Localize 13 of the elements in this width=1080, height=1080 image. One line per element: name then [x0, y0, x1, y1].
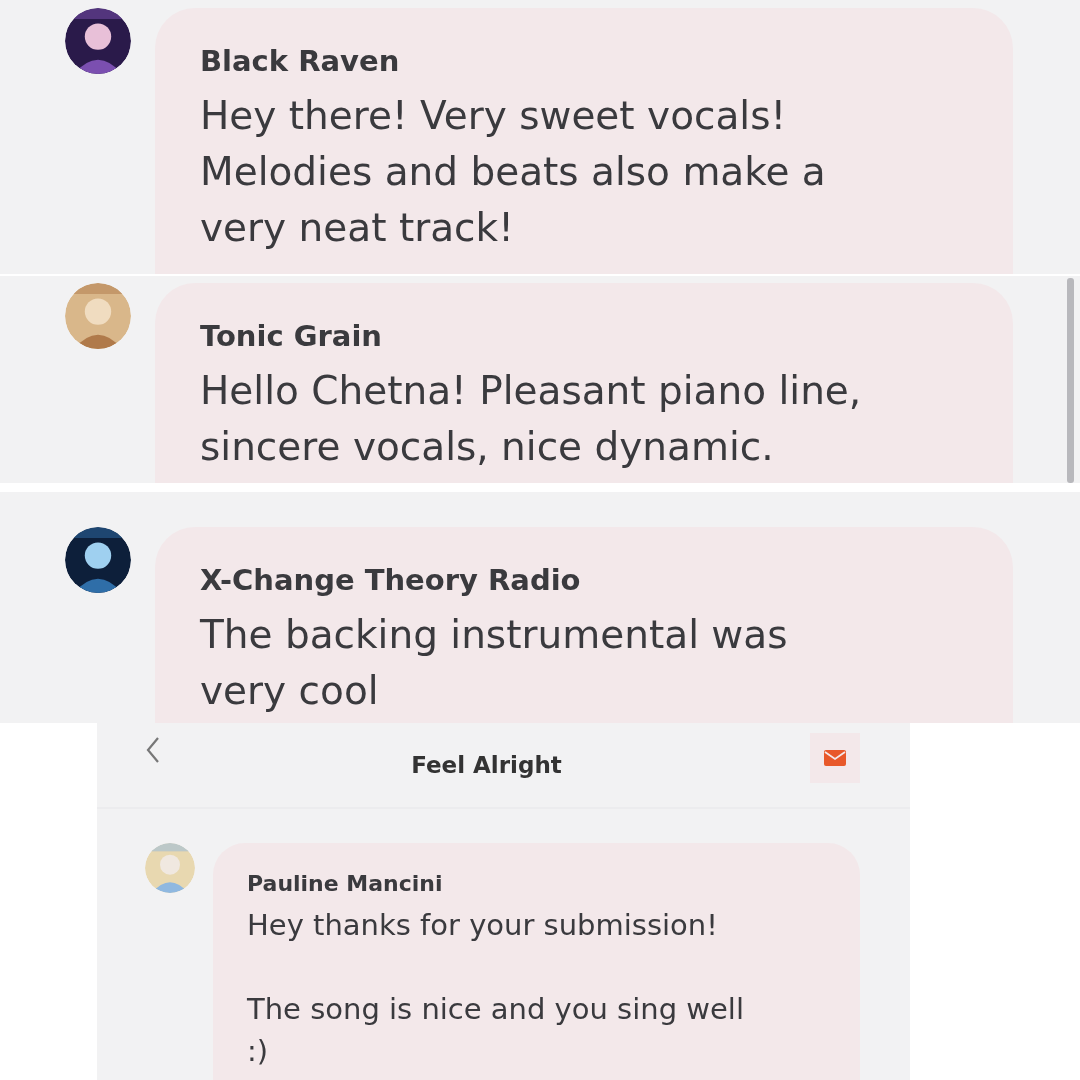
mail-button[interactable]	[810, 733, 860, 783]
comment-text: Hey there! Very sweet vocals! Melodies and beats also make a very neat track!	[200, 92, 827, 252]
envelope-icon	[824, 750, 846, 766]
comment-text: The backing instrumental was very cool	[200, 611, 789, 715]
scrollbar[interactable]	[1067, 278, 1074, 483]
back-icon	[145, 735, 161, 764]
author-name: Black Raven	[200, 44, 401, 78]
author-name: X-Change Theory Radio	[200, 563, 582, 597]
comment-text: Hey thanks for your submission! The song is nice and you sing well :)	[247, 907, 745, 1070]
track-title: Feel Alright	[411, 752, 562, 778]
comment-text: Hello Chetna! Pleasant piano line, sincere vocals, nice dynamic.	[200, 367, 863, 471]
author-name: Tonic Grain	[200, 319, 383, 353]
author-name: Pauline Mancini	[247, 871, 444, 896]
